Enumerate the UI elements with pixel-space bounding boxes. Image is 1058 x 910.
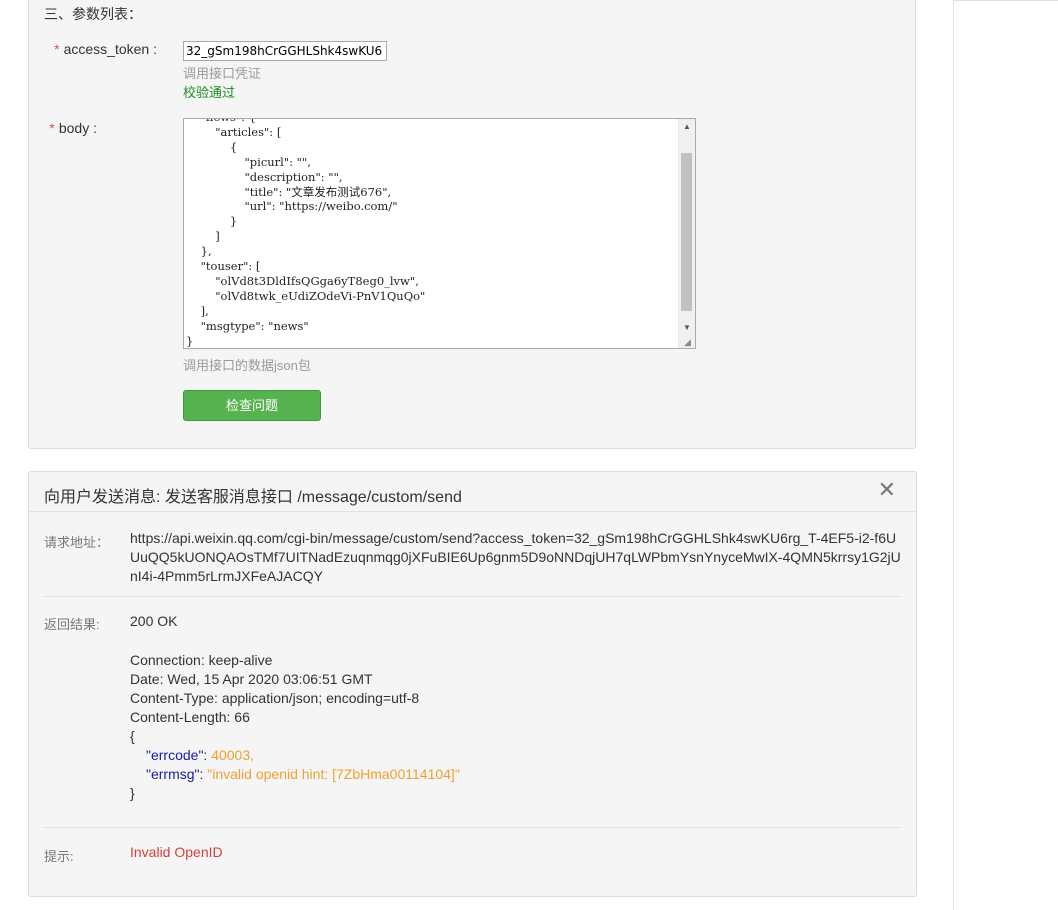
json-errcode-line: "errcode": 40003, <box>146 747 255 763</box>
body-textarea[interactable]: "news": { "articles": [ { "picurl": "", … <box>183 118 696 349</box>
body-hint: 调用接口的数据json包 <box>183 358 311 373</box>
header-line: Content-Length: 66 <box>130 709 250 725</box>
access-token-status: 校验通过 <box>183 85 236 100</box>
result-panel: 向用户发送消息: 发送客服消息接口 /message/custom/send ✕… <box>28 471 917 897</box>
json-errmsg-line: "errmsg": "invalid openid hint: [7ZbHma0… <box>146 766 460 782</box>
tip-label: 提示: <box>44 849 74 864</box>
access-token-input[interactable]: 32_gSm198hCrGGHLShk4swKU6 <box>183 41 387 61</box>
scroll-thumb[interactable] <box>681 153 692 311</box>
access-token-hint: 调用接口凭证 <box>183 66 262 81</box>
json-key: "errmsg" <box>146 766 200 782</box>
header-line: Date: Wed, 15 Apr 2020 03:06:51 GMT <box>130 671 373 687</box>
divider <box>44 827 901 828</box>
required-mark: * <box>49 120 55 136</box>
error-message: Invalid OpenID <box>130 844 223 860</box>
json-key: "errcode" <box>146 747 204 763</box>
resize-grip-icon[interactable]: ◢ <box>684 337 694 347</box>
header-line: Connection: keep-alive <box>130 652 273 668</box>
result-title: 向用户发送消息: 发送客服消息接口 /message/custom/send <box>44 489 462 506</box>
result-header: 向用户发送消息: 发送客服消息接口 /message/custom/send ✕ <box>29 472 916 512</box>
divider <box>44 596 901 597</box>
json-open-brace: { <box>130 728 135 744</box>
json-value: 40003, <box>211 747 255 763</box>
check-issue-button[interactable]: 检查问题 <box>183 390 321 421</box>
json-close-brace: } <box>130 785 135 801</box>
status-line: 200 OK <box>130 613 178 629</box>
close-icon[interactable]: ✕ <box>878 477 896 503</box>
required-mark: * <box>54 41 60 57</box>
right-column-divider <box>953 0 954 910</box>
section-title: 三、参数列表： <box>44 6 142 22</box>
body-json-code[interactable]: "news": { "articles": [ { "picurl": "", … <box>186 119 676 348</box>
request-url-label: 请求地址： <box>44 535 110 550</box>
up-arrow-icon[interactable]: ▲ <box>679 119 695 135</box>
params-panel: 三、参数列表： * access_token : 32_gSm198hCrGGHL… <box>28 0 916 449</box>
return-result-label: 返回结果: <box>44 617 100 632</box>
down-arrow-icon[interactable]: ▼ <box>679 320 695 336</box>
top-divider <box>953 0 1058 1</box>
json-value: "invalid openid hint: [7ZbHma00114104]" <box>207 766 460 782</box>
body-label: * body : <box>49 120 97 136</box>
request-url: https://api.weixin.qq.com/cgi-bin/messag… <box>130 530 901 584</box>
header-line: Content-Type: application/json; encoding… <box>130 690 420 706</box>
textarea-scrollbar[interactable]: ▲ ▼ <box>678 119 695 348</box>
access-token-label: * access_token : <box>54 41 157 57</box>
